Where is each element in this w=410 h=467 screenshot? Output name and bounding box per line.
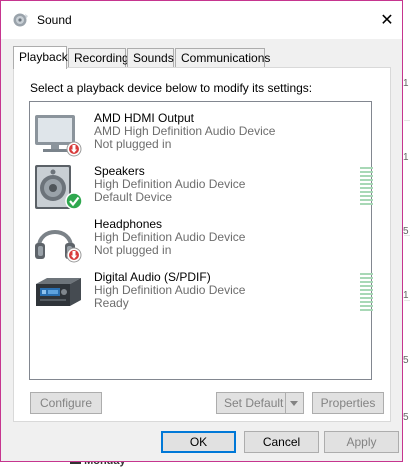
level-meter: [360, 273, 373, 313]
apply-button[interactable]: Apply: [324, 431, 399, 453]
speaker-icon: [35, 165, 83, 210]
set-default-button[interactable]: Set Default: [216, 392, 304, 414]
set-default-label: Set Default: [224, 396, 284, 410]
device-status: Not plugged in: [94, 243, 172, 257]
set-default-dropdown[interactable]: [285, 393, 303, 413]
device-status: Not plugged in: [94, 137, 172, 151]
tab-communications[interactable]: Communications: [175, 48, 270, 67]
background-divider: [404, 120, 410, 121]
properties-button[interactable]: Properties: [312, 392, 384, 414]
cancel-button[interactable]: Cancel: [244, 431, 319, 453]
default-check-icon: [65, 192, 83, 210]
device-status: Ready: [94, 296, 129, 310]
device-name: Headphones: [94, 217, 163, 231]
chevron-down-icon: [290, 401, 298, 406]
level-meter: [360, 167, 373, 207]
device-name: AMD HDMI Output: [94, 111, 195, 125]
device-status: Default Device: [94, 190, 173, 204]
unplugged-badge-icon: [66, 247, 82, 263]
background-text: 1: [403, 78, 409, 89]
device-item-headphones[interactable]: Headphones High Definition Audio Device …: [30, 215, 371, 267]
sound-dialog: Sound ✕ Playback Recording Sounds Commun…: [0, 0, 403, 462]
device-description: High Definition Audio Device: [94, 283, 246, 297]
instructions-text: Select a playback device below to modify…: [30, 81, 313, 95]
tab-playback[interactable]: Playback: [13, 46, 68, 69]
sound-app-icon: [13, 13, 28, 27]
device-description: High Definition Audio Device: [94, 177, 246, 191]
window-title: Sound: [37, 13, 72, 27]
configure-button[interactable]: Configure: [30, 392, 102, 414]
title-bar[interactable]: Sound ✕: [1, 1, 402, 39]
close-icon: ✕: [380, 12, 394, 29]
playback-device-list[interactable]: AMD HDMI Output AMD High Definition Audi…: [29, 101, 373, 380]
device-description: AMD High Definition Audio Device: [94, 124, 276, 138]
digital-receiver-icon: [36, 278, 81, 306]
background-text: 1: [403, 290, 409, 301]
background-text: 5: [403, 355, 409, 366]
device-item-speakers[interactable]: Speakers High Definition Audio Device De…: [30, 162, 373, 214]
playback-panel: Select a playback device below to modify…: [13, 67, 391, 422]
device-name: Digital Audio (S/PDIF): [94, 270, 211, 284]
device-item-amd-hdmi[interactable]: AMD HDMI Output AMD High Definition Audi…: [30, 109, 371, 161]
device-name: Speakers: [94, 164, 145, 178]
tab-recording[interactable]: Recording: [68, 48, 129, 67]
unplugged-badge-icon: [66, 141, 82, 157]
device-description: High Definition Audio Device: [94, 230, 246, 244]
background-text: 5: [403, 226, 409, 237]
close-button[interactable]: ✕: [373, 7, 401, 33]
background-text: 1: [403, 152, 409, 163]
device-item-digital-audio[interactable]: Digital Audio (S/PDIF) High Definition A…: [30, 268, 373, 320]
monitor-icon: [35, 115, 82, 157]
tab-sounds[interactable]: Sounds: [127, 48, 174, 67]
ok-button[interactable]: OK: [161, 431, 236, 453]
background-text: 5: [403, 412, 409, 423]
headphones-icon: [35, 230, 82, 263]
